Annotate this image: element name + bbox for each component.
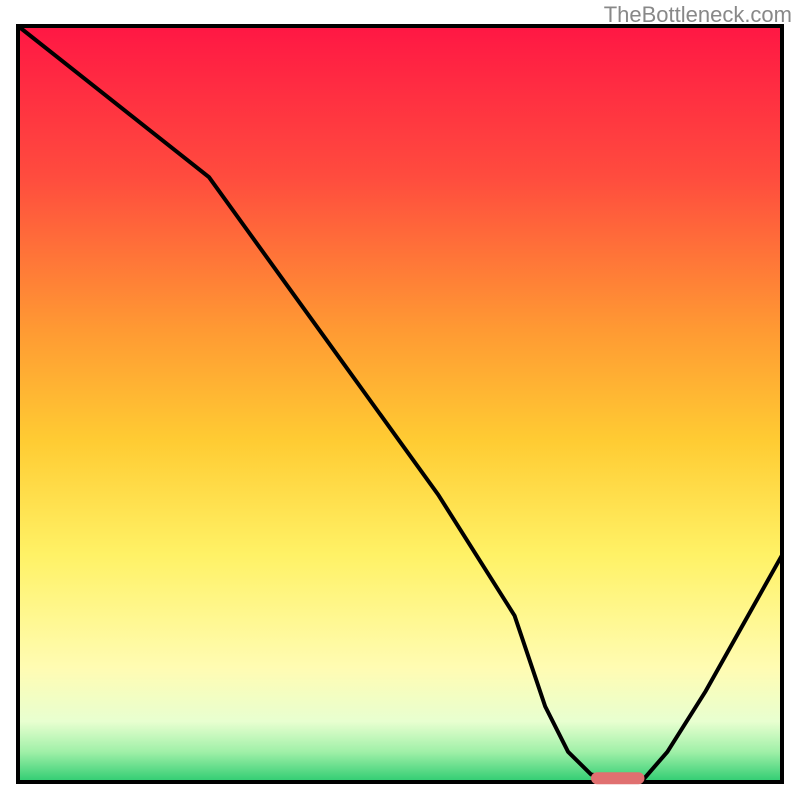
plot-area <box>18 26 782 784</box>
bottleneck-chart: TheBottleneck.com <box>0 0 800 800</box>
plot-background <box>18 26 782 782</box>
optimal-marker <box>591 772 644 784</box>
watermark-text: TheBottleneck.com <box>604 2 792 28</box>
chart-svg <box>0 0 800 800</box>
